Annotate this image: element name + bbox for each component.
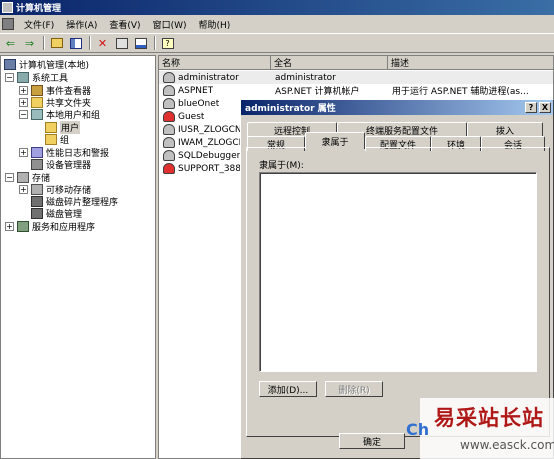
removable-storage-icon [31, 183, 43, 195]
disk-management-icon [31, 207, 43, 219]
system-menu-icon[interactable] [2, 18, 14, 30]
user-icon [163, 137, 175, 148]
defragmenter-icon [31, 195, 43, 207]
menu-file[interactable]: 文件(F) [18, 18, 60, 31]
tree-item-device-manager[interactable]: 设备管理器 [31, 158, 91, 171]
toolbar-separator [154, 36, 156, 50]
expand-icon[interactable]: + [19, 97, 28, 107]
toolbar-separator [89, 36, 91, 50]
user-icon [163, 85, 175, 96]
table-row[interactable]: ASPNET ASP.NET 计算机帐户 用于运行 ASP.NET 辅助进程(a… [159, 84, 553, 97]
forward-arrow-icon[interactable]: ⇒ [21, 35, 38, 51]
properties-icon[interactable] [113, 35, 130, 51]
menu-bar: 文件(F) 操作(A) 查看(V) 窗口(W) 帮助(H) [0, 15, 554, 33]
column-header-fullname[interactable]: 全名 [271, 56, 388, 70]
tab-dial-in[interactable]: 拨入 [467, 122, 543, 137]
watermark-url: www.easck.com [460, 438, 554, 452]
collapse-icon[interactable]: − [5, 172, 14, 182]
table-row[interactable]: administrator administrator [159, 71, 553, 84]
tree-item-local-users-groups[interactable]: − 本地用户和组 [19, 108, 100, 121]
services-icon [17, 220, 29, 232]
tree-item-groups[interactable]: 组 [45, 133, 69, 146]
export-icon[interactable] [132, 35, 149, 51]
menu-view[interactable]: 查看(V) [103, 18, 146, 31]
show-tree-icon[interactable] [67, 35, 84, 51]
toolbar-separator [43, 36, 45, 50]
console-tree[interactable]: 计算机管理(本地) − 系统工具 + 事件查看器 + 共享文件夹 − 本地用户和… [0, 55, 156, 459]
device-manager-icon [31, 158, 43, 170]
shared-folder-icon [31, 96, 43, 108]
folder-icon [45, 133, 57, 145]
tree-item-event-viewer[interactable]: + 事件查看器 [19, 84, 91, 97]
tab-member-of[interactable]: 隶属于 [305, 132, 365, 149]
dialog-titlebar: administrator 属性 ? X [241, 100, 553, 115]
expand-icon[interactable]: + [19, 184, 28, 194]
menu-window[interactable]: 窗口(W) [147, 18, 193, 31]
folder-open-icon [45, 121, 57, 133]
close-button[interactable]: X [539, 102, 551, 113]
remove-button[interactable]: 删除(R) [325, 381, 383, 397]
column-header-name[interactable]: 名称 [159, 56, 271, 70]
tree-item-computer-management[interactable]: 计算机管理(本地) [4, 58, 89, 71]
user-icon [163, 98, 175, 109]
up-folder-icon[interactable] [48, 35, 65, 51]
tree-item-removable-storage[interactable]: + 可移动存储 [19, 183, 91, 196]
user-icon [163, 72, 175, 83]
tree-item-performance-logs[interactable]: + 性能日志和警报 [19, 146, 109, 159]
tree-item-system-tools[interactable]: − 系统工具 [5, 71, 68, 84]
expand-icon[interactable]: + [19, 147, 28, 157]
help-icon[interactable]: ? [159, 35, 176, 51]
users-groups-icon [31, 108, 43, 120]
dialog-title: administrator 属性 [245, 104, 336, 114]
expand-icon[interactable]: + [19, 85, 28, 95]
system-tools-icon [17, 71, 29, 83]
collapse-icon[interactable]: − [5, 72, 14, 82]
ok-button[interactable]: 确定 [339, 433, 405, 449]
window-title: 计算机管理 [16, 4, 62, 14]
tree-item-services-applications[interactable]: + 服务和应用程序 [5, 220, 95, 233]
toolbar: ⇐ ⇒ ✕ ? [0, 33, 554, 53]
user-icon [163, 124, 175, 135]
storage-icon [17, 171, 29, 183]
back-arrow-icon[interactable]: ⇐ [2, 35, 19, 51]
tree-item-storage[interactable]: − 存储 [5, 171, 50, 184]
add-button[interactable]: 添加(D)... [259, 381, 317, 397]
member-of-list[interactable] [259, 172, 537, 372]
performance-log-icon [31, 146, 43, 158]
tree-item-users[interactable]: 用户 [45, 120, 81, 134]
watermark: Ch 易采站长站 www.easck.com [406, 398, 554, 459]
window-titlebar: 计算机管理 [0, 0, 554, 15]
computer-management-icon [2, 2, 13, 13]
disabled-user-icon [163, 163, 175, 174]
user-icon [163, 150, 175, 161]
watermark-brand: Ch [406, 420, 430, 439]
disabled-user-icon [163, 111, 175, 122]
event-viewer-icon [31, 84, 43, 96]
menu-action[interactable]: 操作(A) [60, 18, 103, 31]
watermark-site-name: 易采站长站 [434, 405, 544, 430]
delete-icon[interactable]: ✕ [94, 35, 111, 51]
collapse-icon[interactable]: − [19, 109, 28, 119]
tree-item-disk-management[interactable]: 磁盘管理 [31, 207, 82, 220]
column-header-description[interactable]: 描述 [388, 56, 553, 70]
member-of-label: 隶属于(M): [259, 161, 304, 171]
computer-icon [4, 58, 16, 70]
menu-help[interactable]: 帮助(H) [193, 18, 237, 31]
tree-item-shared-folders[interactable]: + 共享文件夹 [19, 96, 91, 109]
expand-icon[interactable]: + [5, 221, 14, 231]
help-button[interactable]: ? [525, 102, 537, 113]
tree-item-disk-defragmenter[interactable]: 磁盘碎片整理程序 [31, 195, 118, 208]
